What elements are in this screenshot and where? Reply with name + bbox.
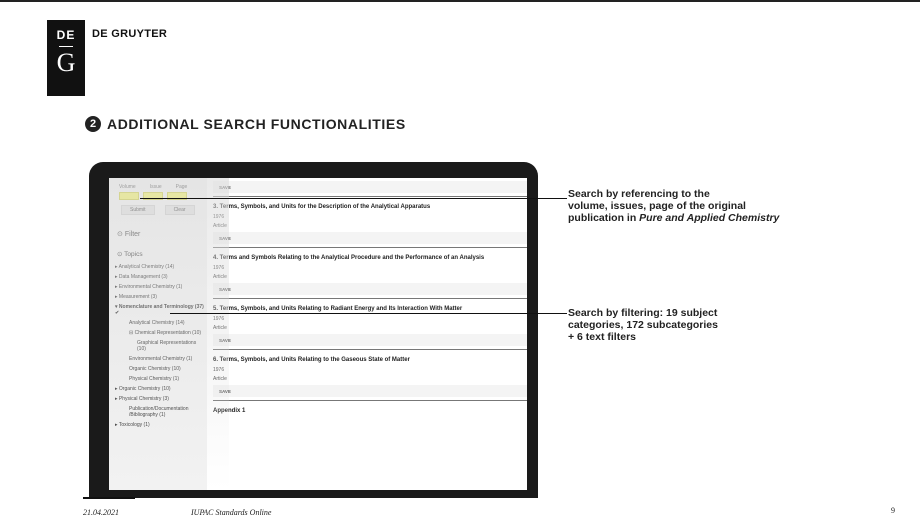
subtopic-item[interactable]: Analytical Chemistry (14)	[115, 320, 205, 326]
slide-title: ADDITIONAL SEARCH FUNCTIONALITIES	[107, 116, 406, 132]
result-type: Article	[213, 274, 227, 280]
divider	[213, 196, 527, 197]
result-title[interactable]: 3. Terms, Symbols, and Units for the Des…	[213, 203, 527, 211]
topic-item[interactable]: ▸ Toxicology (1)	[115, 422, 205, 428]
topic-item-selected[interactable]: ▾ Nomenclature and Terminology (37) ✔	[115, 304, 205, 316]
save-button[interactable]: SAVE	[213, 181, 527, 193]
subtopic-item[interactable]: Organic Chemistry (10)	[115, 366, 205, 372]
results-list: SAVE 3. Terms, Symbols, and Units for th…	[213, 178, 527, 490]
appendix-title[interactable]: Appendix 1	[213, 407, 527, 415]
footer-title: IUPAC Standards Online	[191, 508, 272, 517]
page-number: 9	[891, 506, 895, 515]
filter-sidebar: Volume Issue Page Submit Clear ⊙ Filter …	[109, 178, 207, 490]
subtopic-item[interactable]: Physical Chemistry (1)	[115, 376, 205, 382]
divider	[213, 247, 527, 248]
logo-divider	[59, 46, 73, 47]
search-buttons: Submit Clear	[121, 205, 195, 215]
subtopic-item[interactable]: Publication/Documentation /Bibliography …	[115, 406, 205, 418]
filter-heading[interactable]: ⊙ Filter	[117, 230, 140, 238]
divider	[213, 400, 527, 401]
volume-label: Volume	[119, 184, 136, 190]
monitor-screen: Volume Issue Page Submit Clear ⊙ Filter …	[109, 178, 527, 490]
result-title[interactable]: 6. Terms, Symbols, and Units Relating to…	[213, 356, 527, 364]
result-year: 1976	[213, 316, 225, 322]
filter-label: Filter	[124, 231, 141, 238]
topic-item[interactable]: ▸ Data Management (3)	[115, 274, 205, 280]
note-volume-search: Search by referencing to the volume, iss…	[568, 188, 780, 224]
footer-date: 21.04.2021	[83, 508, 119, 517]
save-button[interactable]: SAVE	[213, 232, 527, 244]
topic-item[interactable]: ▸ Measurement (3)	[115, 294, 205, 300]
brand-name: DE GRUYTER	[92, 28, 168, 40]
save-button[interactable]: SAVE	[213, 385, 527, 397]
topic-item[interactable]: ▸ Physical Chemistry (3)	[115, 396, 205, 402]
save-button[interactable]: SAVE	[213, 283, 527, 295]
topic-item[interactable]: ▸ Environmental Chemistry (1)	[115, 284, 205, 290]
topics-label: Topics	[124, 251, 143, 258]
subtopic-item[interactable]: Environmental Chemistry (1)	[115, 356, 205, 362]
result-year: 1976	[213, 214, 225, 220]
volume-input[interactable]	[119, 192, 139, 200]
result-title[interactable]: 5. Terms, Symbols, and Units Relating to…	[213, 305, 527, 313]
page-label: Page	[175, 184, 188, 190]
result-type: Article	[213, 376, 227, 382]
result-type: Article	[213, 223, 227, 229]
divider	[213, 298, 527, 299]
footer-rule	[83, 497, 135, 499]
issue-label: Issue	[149, 184, 162, 190]
slide-heading: 2 ADDITIONAL SEARCH FUNCTIONALITIES	[85, 116, 406, 132]
save-button[interactable]: SAVE	[213, 334, 527, 346]
result-year: 1976	[213, 367, 225, 373]
divider	[213, 349, 527, 350]
result-title[interactable]: 4. Terms and Symbols Relating to the Ana…	[213, 254, 527, 262]
result-type: Article	[213, 325, 227, 331]
leader-line-volume	[140, 198, 567, 199]
search-field-labels: Volume Issue Page	[119, 184, 187, 190]
topic-list: ▸ Analytical Chemistry (14) ▸ Data Manag…	[115, 264, 205, 432]
clear-button[interactable]: Clear	[164, 205, 195, 215]
logo-g-text: G	[56, 48, 76, 77]
subtopic-item[interactable]: ⊟ Chemical Representation (10)	[115, 330, 205, 336]
leader-line-filter	[170, 313, 567, 314]
de-gruyter-logo: DE G	[47, 20, 85, 96]
topic-item[interactable]: ▸ Organic Chemistry (10)	[115, 386, 205, 392]
subtopic-item[interactable]: Graphical Representations (10)	[115, 340, 205, 352]
note-filter-search: Search by filtering: 19 subject categori…	[568, 307, 718, 343]
submit-button[interactable]: Submit	[121, 205, 155, 215]
topic-item[interactable]: ▸ Analytical Chemistry (14)	[115, 264, 205, 270]
step-number-badge: 2	[85, 116, 101, 132]
logo-de-text: DE	[56, 28, 76, 42]
topics-heading[interactable]: ⊙ Topics	[117, 250, 143, 258]
result-year: 1976	[213, 265, 225, 271]
